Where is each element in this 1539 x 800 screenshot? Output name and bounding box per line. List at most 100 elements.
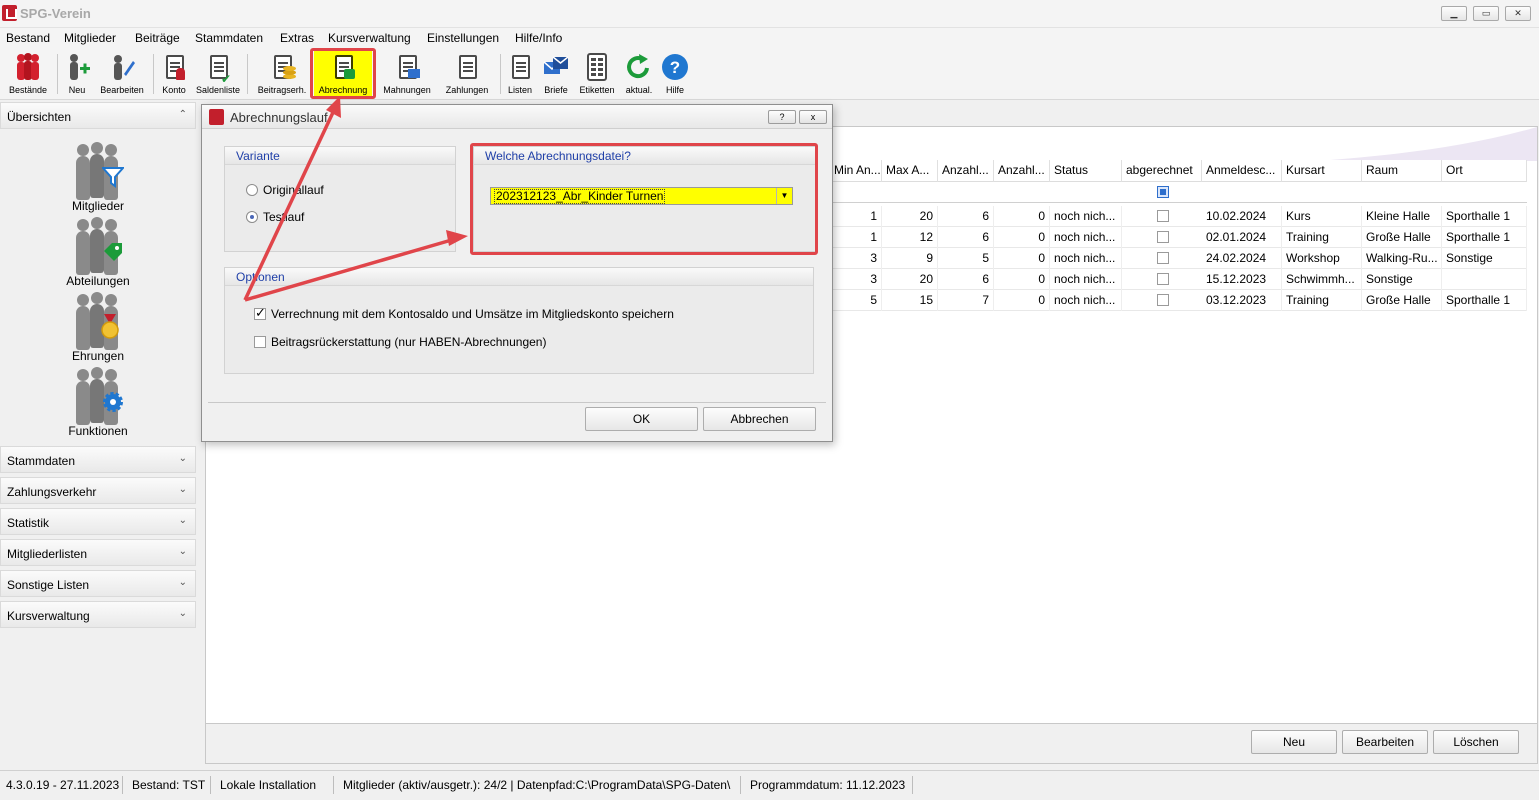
minimize-button[interactable]: ▁ (1441, 6, 1467, 21)
column-header[interactable]: Kursart (1282, 160, 1362, 182)
dialog-help-button[interactable]: ? (768, 110, 796, 124)
loeschen-kurs-button[interactable]: Löschen (1433, 730, 1519, 754)
menu-hilfe-info[interactable]: Hilfe/Info (515, 31, 562, 45)
dialog-close-button[interactable]: x (799, 110, 827, 124)
hilfe-button[interactable]: ? Hilfe (660, 50, 690, 98)
column-header[interactable]: Min An... (830, 160, 882, 182)
cell: 0 (994, 206, 1050, 227)
departments-tag-icon (74, 217, 122, 275)
column-header[interactable]: Max A... (882, 160, 938, 182)
grid-filter-row[interactable] (830, 182, 1527, 203)
listen-button[interactable]: Listen (505, 50, 535, 98)
menu-kursverwaltung[interactable]: Kursverwaltung (328, 31, 411, 45)
column-header[interactable]: abgerechnet (1122, 160, 1202, 182)
abgerechnet-checkbox[interactable] (1157, 252, 1169, 264)
sidebar-section-zahlungsverkehr[interactable]: Zahlungsverkehr ⌄ (0, 477, 196, 504)
status-separator (740, 776, 741, 794)
abbrechen-button[interactable]: Abbrechen (703, 407, 816, 431)
cell: 03.12.2023 (1202, 290, 1282, 311)
testlauf-label[interactable]: Testlauf (263, 210, 304, 224)
menu-extras[interactable]: Extras (280, 31, 314, 45)
beitragsrueckerstattung-label[interactable]: Beitragsrückerstattung (nur HABEN-Abrech… (271, 335, 546, 349)
sidebar-section-kursverwaltung[interactable]: Kursverwaltung ⌄ (0, 601, 196, 628)
bearbeiten-button[interactable]: Bearbeiten (97, 50, 147, 98)
table-row[interactable]: 1 20 6 0 noch nich... 10.02.2024 Kurs Kl… (830, 206, 1527, 227)
beitragserh-button[interactable]: Beitragserh. (254, 50, 310, 98)
filter-checkbox-icon[interactable] (1157, 186, 1169, 198)
sidebar-item-ehrungen[interactable]: Ehrungen (50, 292, 146, 366)
sidebar-section-sonstige-listen[interactable]: Sonstige Listen ⌄ (0, 570, 196, 597)
optionen-header: Optionen (236, 270, 285, 284)
table-row[interactable]: 1 12 6 0 noch nich... 02.01.2024 Trainin… (830, 227, 1527, 248)
neu-kurs-button[interactable]: Neu (1251, 730, 1337, 754)
saldenliste-button[interactable]: ✔ Saldenliste (194, 50, 242, 98)
bearbeiten-kurs-button[interactable]: Bearbeiten (1342, 730, 1428, 754)
column-header[interactable]: Anmeldesc... (1202, 160, 1282, 182)
cell: Training (1282, 290, 1362, 311)
cell: 7 (938, 290, 994, 311)
honors-medal-icon (74, 292, 122, 350)
mahnungen-button[interactable]: Mahnungen (378, 50, 436, 98)
dialog-titlebar[interactable]: Abrechnungslauf ? x (202, 105, 832, 129)
cell: Kleine Halle (1362, 206, 1442, 227)
cell: 15.12.2023 (1202, 269, 1282, 290)
beitragserh-label: Beitragserh. (257, 85, 307, 95)
originallauf-label[interactable]: Originallauf (263, 183, 324, 197)
edit-person-icon (108, 52, 136, 82)
sidebar-item-abteilungen[interactable]: Abteilungen (50, 217, 146, 291)
sidebar-section-mitgliederlisten[interactable]: Mitgliederlisten ⌄ (0, 539, 196, 566)
toolbar-separator (57, 54, 58, 94)
toolbar-separator (153, 54, 154, 94)
abgerechnet-checkbox[interactable] (1157, 210, 1169, 222)
sidebar-item-label: Mitglieder (71, 199, 125, 213)
maximize-button[interactable]: ▭ (1473, 6, 1499, 21)
table-row[interactable]: 3 20 6 0 noch nich... 15.12.2023 Schwimm… (830, 269, 1527, 290)
verrechnung-label[interactable]: Verrechnung mit dem Kontosaldo und Umsät… (271, 307, 674, 321)
column-header[interactable]: Status (1050, 160, 1122, 182)
column-header[interactable]: Anzahl... (938, 160, 994, 182)
table-row[interactable]: 3 9 5 0 noch nich... 24.02.2024 Workshop… (830, 248, 1527, 269)
beitragsrueckerstattung-checkbox[interactable] (254, 336, 266, 348)
originallauf-radio[interactable] (246, 184, 258, 196)
menu-beitraege[interactable]: Beiträge (135, 31, 180, 45)
abgerechnet-checkbox[interactable] (1157, 294, 1169, 306)
neu-button[interactable]: Neu (62, 50, 92, 98)
sidebar-item-funktionen[interactable]: Funktionen (50, 367, 146, 441)
column-header[interactable]: Raum (1362, 160, 1442, 182)
payments-document-icon (453, 52, 481, 82)
cell: noch nich... (1050, 269, 1122, 290)
sidebar-section-statistik[interactable]: Statistik ⌄ (0, 508, 196, 535)
abgerechnet-checkbox[interactable] (1157, 273, 1169, 285)
sidebar-item-label: Abteilungen (66, 274, 130, 288)
aktual-button[interactable]: aktual. (622, 50, 656, 98)
etiketten-button[interactable]: Etiketten (576, 50, 618, 98)
testlauf-radio[interactable] (246, 211, 258, 223)
konto-button[interactable]: Konto (157, 50, 191, 98)
ok-button[interactable]: OK (585, 407, 698, 431)
menu-stammdaten[interactable]: Stammdaten (195, 31, 263, 45)
table-row[interactable]: 5 15 7 0 noch nich... 03.12.2023 Trainin… (830, 290, 1527, 311)
menu-mitglieder[interactable]: Mitglieder (64, 31, 116, 45)
cell: Sonstige (1442, 248, 1527, 269)
zahlungen-button[interactable]: Zahlungen (440, 50, 494, 98)
sidebar-item-mitglieder[interactable]: Mitglieder (50, 142, 146, 216)
cell: 3 (830, 248, 882, 269)
bestaende-button[interactable]: Bestände (4, 50, 52, 98)
list-document-icon (506, 52, 534, 82)
close-window-button[interactable]: ✕ (1505, 6, 1531, 21)
status-separator (210, 776, 211, 794)
menu-einstellungen[interactable]: Einstellungen (427, 31, 499, 45)
cell (1442, 269, 1527, 290)
column-header[interactable]: Ort (1442, 160, 1527, 182)
sidebar-header-uebersichten[interactable]: Übersichten ⌃ (0, 102, 196, 129)
column-header[interactable]: Anzahl... (994, 160, 1050, 182)
sidebar-section-stammdaten[interactable]: Stammdaten ⌄ (0, 446, 196, 473)
chevron-down-icon: ⌄ (178, 484, 187, 495)
window-titlebar: SPG-Verein ▁ ▭ ✕ (0, 0, 1539, 28)
abgerechnet-checkbox[interactable] (1157, 231, 1169, 243)
menu-bestand[interactable]: Bestand (6, 31, 50, 45)
saldenliste-label: Saldenliste (195, 85, 241, 95)
briefe-button[interactable]: Briefe (540, 50, 572, 98)
status-bar: 4.3.0.19 - 27.11.2023 Bestand: TST Lokal… (0, 770, 1539, 800)
verrechnung-checkbox[interactable]: ✓ (254, 305, 266, 320)
